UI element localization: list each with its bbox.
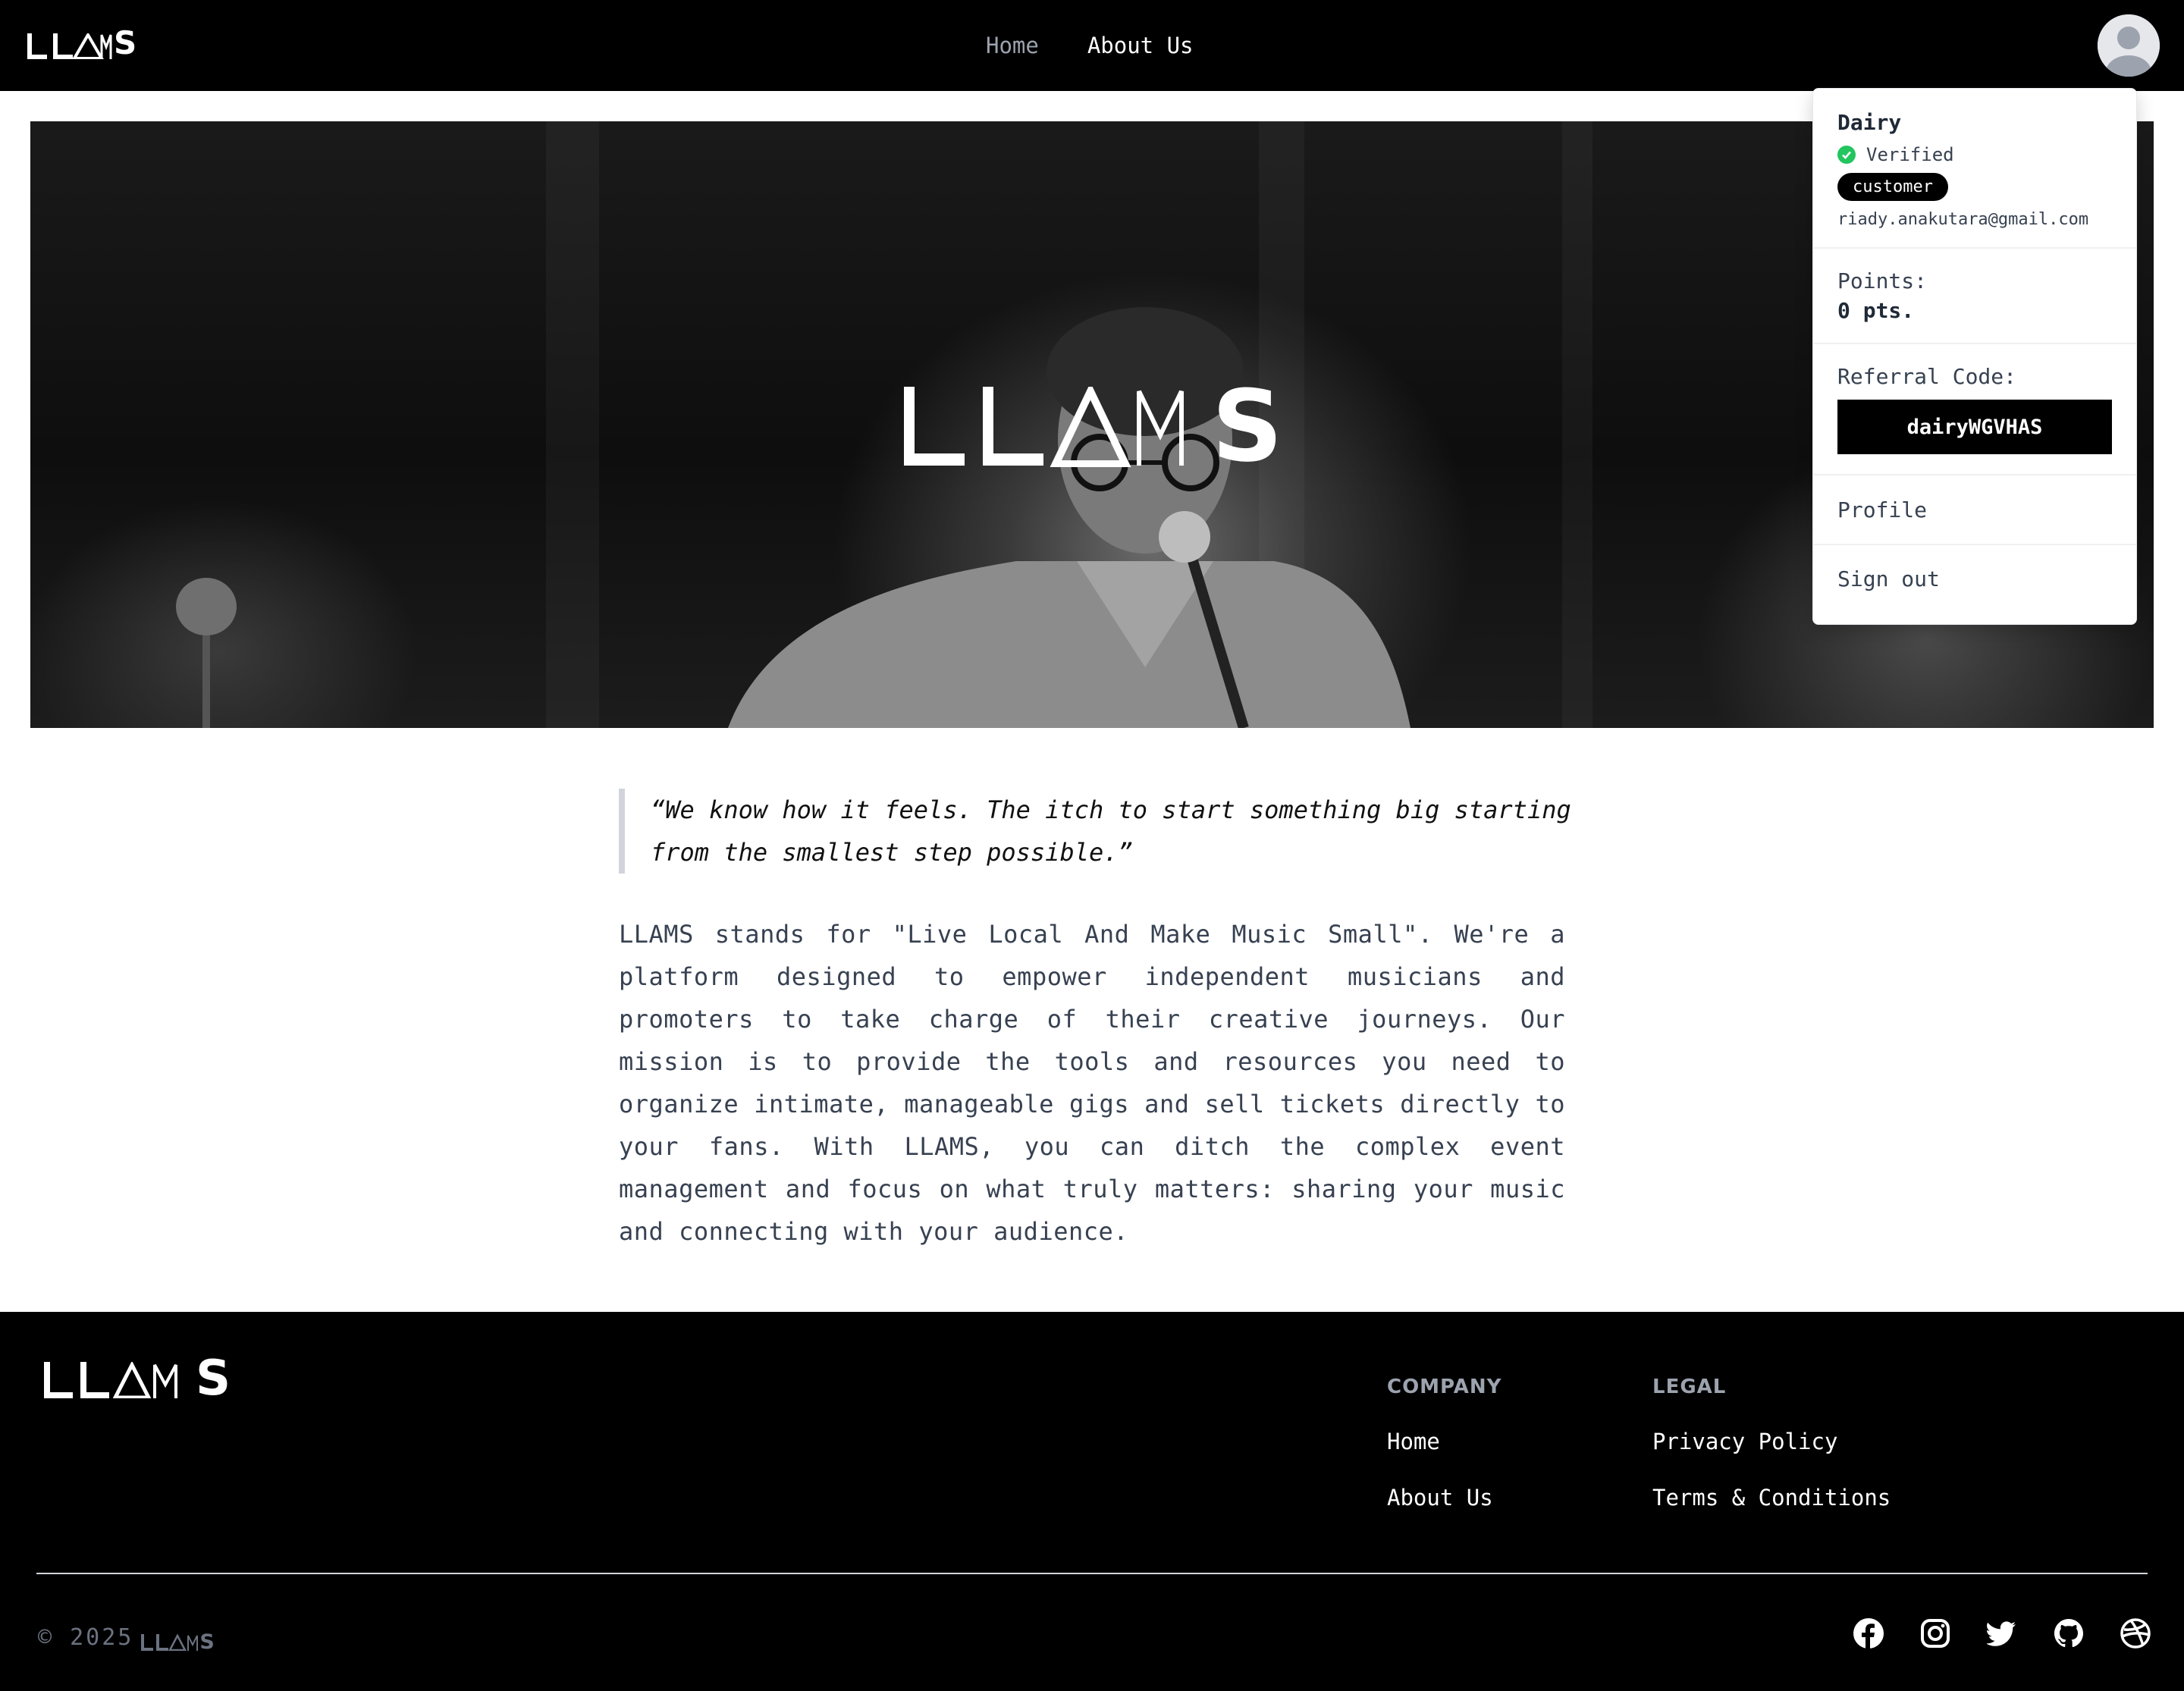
footer-legal-column: LEGAL Privacy Policy Terms & Conditions — [1652, 1376, 1891, 1541]
footer-logo[interactable]: S — [44, 1350, 231, 1407]
user-avatar[interactable] — [2098, 14, 2160, 77]
about-paragraph: LLAMS stands for "Live Local And Make Mu… — [619, 920, 1565, 1246]
verified-label: Verified — [1866, 144, 1954, 165]
social-links — [1853, 1618, 2151, 1649]
user-avatar-icon — [2098, 14, 2160, 77]
user-dropdown-menu: Dairy Verified customer riady.anakutara@… — [1812, 88, 2137, 625]
site-footer: S COMPANY Home About Us LEGAL Privacy Po… — [0, 1312, 2184, 1691]
footer-logo-mark — [44, 1362, 177, 1398]
main-nav: Home About Us — [986, 0, 1194, 91]
brand-logo[interactable]: S — [27, 27, 136, 59]
copyright-text: © 2025 — [38, 1624, 134, 1651]
menu-item-profile[interactable]: Profile — [1813, 475, 2136, 545]
twitter-icon[interactable] — [1985, 1618, 2017, 1649]
menu-item-sign-out[interactable]: Sign out — [1813, 545, 2136, 612]
check-circle-icon — [1837, 146, 1856, 164]
footer-legal-heading: LEGAL — [1652, 1376, 1727, 1398]
top-navbar: S Home About Us — [0, 0, 2184, 91]
hero-logo-s-letter: S — [1212, 369, 1283, 485]
points-value: 0 pts. — [1837, 298, 1915, 323]
role-badge: customer — [1837, 173, 1948, 201]
logo-s-letter: S — [114, 24, 137, 61]
footer-logo-s-letter: S — [196, 1350, 231, 1407]
footer-divider — [36, 1573, 2148, 1574]
dribbble-icon[interactable] — [2120, 1618, 2151, 1649]
hero-logo-mark — [904, 387, 1184, 467]
footer-link-about-us[interactable]: About Us — [1387, 1485, 1502, 1511]
verified-status: Verified — [1837, 144, 2112, 165]
referral-label: Referral Code: — [1837, 364, 2017, 389]
referral-code-button[interactable]: dairyWGVHAS — [1837, 400, 2112, 454]
user-name: Dairy — [1837, 110, 1902, 135]
points-section: Points: 0 pts. — [1813, 249, 2136, 344]
footer-link-home[interactable]: Home — [1387, 1429, 1502, 1454]
points-label: Points: — [1837, 268, 1928, 293]
footer-company-column: COMPANY Home About Us — [1387, 1376, 1502, 1541]
footer-link-privacy-policy[interactable]: Privacy Policy — [1652, 1429, 1891, 1454]
nav-about-us[interactable]: About Us — [1087, 33, 1194, 58]
referral-section: Referral Code: dairyWGVHAS — [1813, 344, 2136, 475]
footer-link-terms-conditions[interactable]: Terms & Conditions — [1652, 1485, 1891, 1511]
github-icon[interactable] — [2054, 1618, 2084, 1649]
nav-home[interactable]: Home — [986, 33, 1039, 58]
copyright: © 2025 S — [38, 1624, 217, 1652]
footer-company-heading: COMPANY — [1387, 1376, 1502, 1398]
logo-mark — [27, 33, 112, 59]
facebook-icon[interactable] — [1853, 1618, 1884, 1649]
copyright-logo: S — [141, 1633, 216, 1652]
mission-quote: “We know how it feels. The itch to start… — [619, 789, 1599, 874]
instagram-icon[interactable] — [1920, 1618, 1950, 1649]
user-info: Dairy Verified customer riady.anakutara@… — [1813, 89, 2136, 249]
user-email: riady.anakutara@gmail.com — [1837, 210, 2089, 229]
hero-logo: S — [904, 369, 1283, 485]
